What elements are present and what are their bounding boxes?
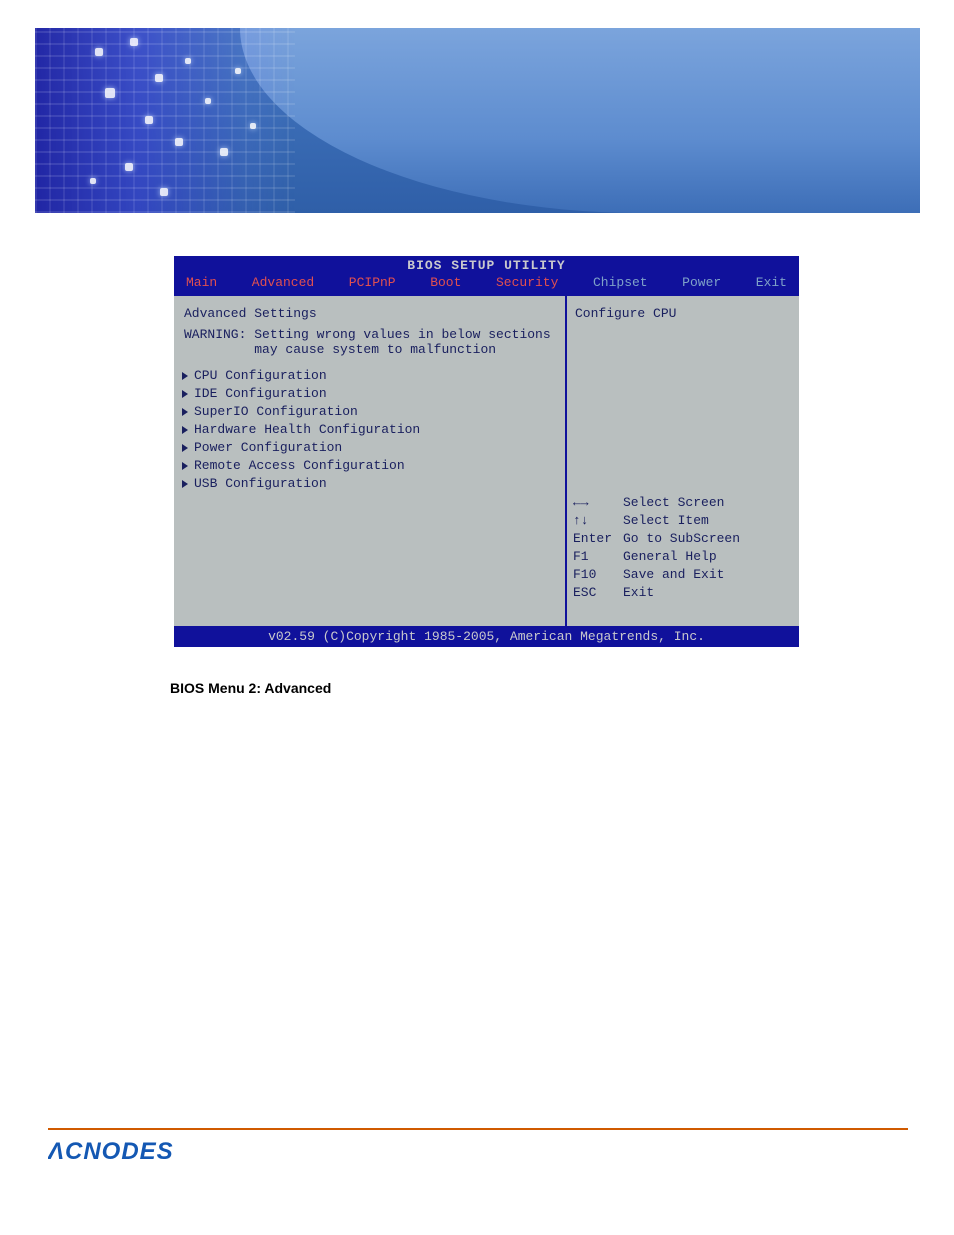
bios-body: Advanced Settings WARNING: Setting wrong… [174, 294, 799, 626]
triangle-right-icon [182, 462, 188, 470]
bios-help-desc: Select Screen [623, 495, 724, 510]
bios-item-label: Hardware Health Configuration [194, 421, 420, 439]
bios-help-key: Enter [573, 530, 623, 548]
bios-help-block: ←→Select Screen ↑↓Select Item EnterGo to… [573, 494, 793, 602]
bios-item-help: Configure CPU [575, 306, 793, 321]
triangle-right-icon [182, 372, 188, 380]
bios-tab-main[interactable]: Main [180, 275, 223, 290]
bios-title: BIOS SETUP UTILITY [174, 256, 799, 275]
bios-warning-line2: may cause system to malfunction [184, 342, 496, 357]
page-header-banner [35, 28, 920, 213]
bios-help-desc: Select Item [623, 513, 709, 528]
bios-help-desc: Go to SubScreen [623, 531, 740, 546]
bios-screenshot: BIOS SETUP UTILITY Main Advanced PCIPnP … [174, 256, 799, 647]
triangle-right-icon [182, 390, 188, 398]
header-circuit-dots [35, 28, 295, 213]
bios-left-pane: Advanced Settings WARNING: Setting wrong… [174, 296, 567, 626]
brand-logo-text: ΛCNODES [48, 1138, 174, 1165]
bios-tab-boot[interactable]: Boot [424, 275, 467, 290]
bios-tab-power[interactable]: Power [676, 275, 727, 290]
triangle-right-icon [182, 426, 188, 434]
figure-caption: BIOS Menu 2: Advanced [170, 680, 331, 696]
bios-help-line: EnterGo to SubScreen [573, 530, 793, 548]
bios-right-pane: Configure CPU ←→Select Screen ↑↓Select I… [567, 296, 799, 626]
header-arch [240, 28, 920, 213]
bios-help-key: ↑↓ [573, 512, 623, 530]
bios-help-key: F10 [573, 566, 623, 584]
bios-tab-advanced[interactable]: Advanced [246, 275, 320, 290]
bios-footer: v02.59 (C)Copyright 1985-2005, American … [174, 626, 799, 647]
bios-help-desc: Exit [623, 585, 654, 600]
bios-help-line: ESCExit [573, 584, 793, 602]
triangle-right-icon [182, 480, 188, 488]
bios-help-line: ←→Select Screen [573, 494, 793, 512]
bios-item-label: CPU Configuration [194, 367, 327, 385]
bios-item-label: Remote Access Configuration [194, 457, 405, 475]
bios-item-superio-configuration[interactable]: SuperIO Configuration [180, 403, 559, 421]
bios-item-hardware-health-configuration[interactable]: Hardware Health Configuration [180, 421, 559, 439]
bios-help-key: ESC [573, 584, 623, 602]
bios-tab-bar: Main Advanced PCIPnP Boot Security Chips… [174, 275, 799, 294]
bios-help-desc: General Help [623, 549, 717, 564]
bios-item-cpu-configuration[interactable]: CPU Configuration [180, 367, 559, 385]
bios-item-ide-configuration[interactable]: IDE Configuration [180, 385, 559, 403]
triangle-right-icon [182, 444, 188, 452]
bios-section-heading: Advanced Settings [184, 306, 559, 321]
bios-warning-line1: WARNING: Setting wrong values in below s… [184, 327, 551, 342]
brand-logo: ΛCNODES [48, 1137, 228, 1165]
bios-help-line: F1General Help [573, 548, 793, 566]
bios-help-key: ←→ [573, 494, 623, 512]
bios-help-desc: Save and Exit [623, 567, 724, 582]
bios-item-label: IDE Configuration [194, 385, 327, 403]
triangle-right-icon [182, 408, 188, 416]
bios-tab-exit[interactable]: Exit [750, 275, 793, 290]
bios-tab-security[interactable]: Security [490, 275, 564, 290]
bios-help-key: F1 [573, 548, 623, 566]
bios-warning: WARNING: Setting wrong values in below s… [184, 327, 559, 357]
bios-item-label: SuperIO Configuration [194, 403, 358, 421]
bios-tab-pcipnp[interactable]: PCIPnP [343, 275, 402, 290]
bios-item-remote-access-configuration[interactable]: Remote Access Configuration [180, 457, 559, 475]
bios-item-power-configuration[interactable]: Power Configuration [180, 439, 559, 457]
bios-item-label: Power Configuration [194, 439, 342, 457]
bios-item-usb-configuration[interactable]: USB Configuration [180, 475, 559, 493]
bios-help-line: ↑↓Select Item [573, 512, 793, 530]
bios-tab-chipset[interactable]: Chipset [587, 275, 654, 290]
footer-divider [48, 1128, 908, 1130]
bios-help-line: F10Save and Exit [573, 566, 793, 584]
bios-item-label: USB Configuration [194, 475, 327, 493]
